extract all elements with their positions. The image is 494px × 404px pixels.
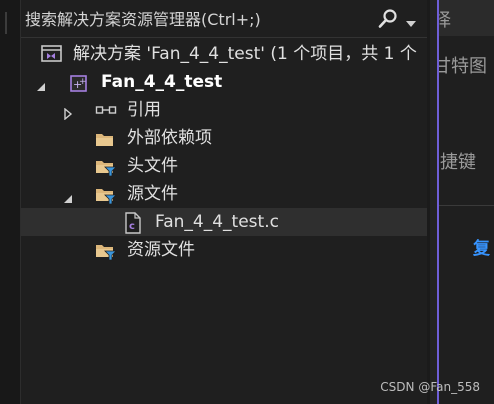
right-panel-divider bbox=[439, 205, 494, 206]
tree-item-external-deps[interactable]: 外部依赖项 bbox=[21, 124, 427, 152]
source-files-label: 源文件 bbox=[127, 184, 178, 204]
references-label: 引用 bbox=[127, 100, 161, 120]
expanded-arrow-icon[interactable] bbox=[63, 189, 73, 203]
right-panel-link[interactable]: 复 bbox=[473, 234, 490, 259]
chevron-down-icon[interactable] bbox=[405, 14, 417, 27]
tree-item-solution[interactable]: 解决方案 'Fan_4_4_test' (1 个项目，共 1 个 bbox=[21, 40, 427, 68]
source-file-label: Fan_4_4_test.c bbox=[155, 212, 279, 232]
right-panel-clip-text: 甘特图 bbox=[437, 56, 487, 77]
expanded-arrow-icon[interactable] bbox=[36, 77, 46, 91]
filter-folder-icon bbox=[95, 241, 117, 261]
watermark: CSDN @Fan_558 bbox=[380, 380, 480, 394]
search-input[interactable] bbox=[25, 6, 365, 32]
right-panel-clip-text: 捷键 bbox=[440, 152, 476, 173]
strip-divider bbox=[5, 12, 7, 34]
tree-item-header-files[interactable]: 头文件 bbox=[21, 152, 427, 180]
c-file-icon: c bbox=[124, 212, 142, 234]
cpp-project-icon: + + bbox=[69, 73, 87, 92]
search-bar bbox=[21, 0, 427, 38]
right-panel-header: 择 bbox=[439, 0, 494, 36]
search-icon[interactable] bbox=[377, 8, 399, 30]
collapsed-arrow-icon[interactable] bbox=[63, 105, 73, 121]
tree-item-resource-files[interactable]: 资源文件 bbox=[21, 236, 427, 264]
svg-text:c: c bbox=[129, 221, 135, 232]
resource-files-label: 资源文件 bbox=[127, 240, 195, 260]
external-deps-icon bbox=[95, 129, 113, 147]
tree-item-source-file[interactable]: c Fan_4_4_test.c bbox=[21, 208, 427, 236]
external-deps-label: 外部依赖项 bbox=[127, 128, 212, 148]
vertical-scrollbar[interactable] bbox=[430, 0, 437, 404]
header-files-label: 头文件 bbox=[127, 156, 178, 176]
tree-item-source-files[interactable]: 源文件 bbox=[21, 180, 427, 208]
tree-item-references[interactable]: 引用 bbox=[21, 96, 427, 124]
filter-folder-icon bbox=[95, 157, 117, 177]
solution-label: 解决方案 'Fan_4_4_test' (1 个项目，共 1 个 bbox=[73, 44, 417, 64]
left-strip bbox=[0, 0, 20, 404]
svg-text:+: + bbox=[79, 77, 87, 87]
project-label: Fan_4_4_test bbox=[101, 72, 223, 92]
right-panel-clip-text: 择 bbox=[439, 6, 451, 32]
tree-item-project[interactable]: + + Fan_4_4_test bbox=[21, 68, 427, 96]
solution-explorer: 解决方案 'Fan_4_4_test' (1 个项目，共 1 个 + + Fan… bbox=[20, 0, 427, 404]
right-panel: 择 甘特图 捷键 复 bbox=[437, 0, 494, 404]
references-icon bbox=[95, 101, 117, 119]
filter-folder-icon bbox=[95, 185, 117, 205]
solution-icon bbox=[41, 44, 62, 62]
